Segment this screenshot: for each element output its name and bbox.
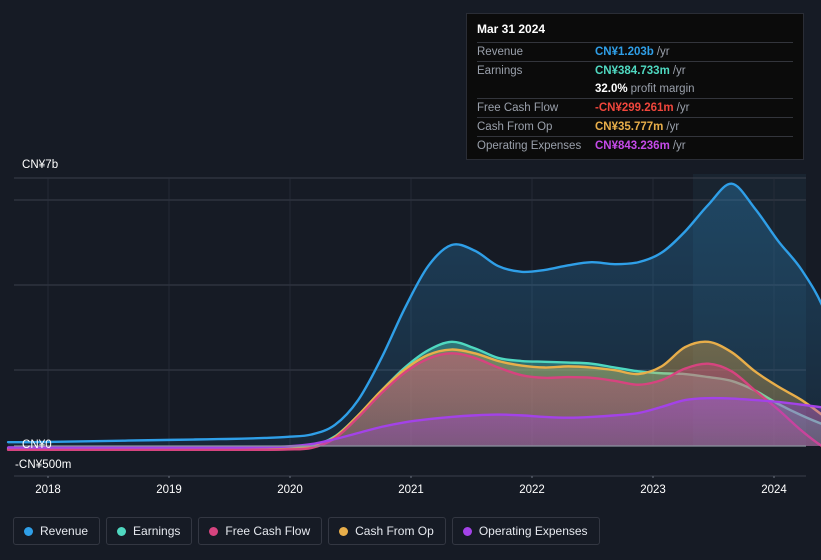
tooltip-row-label: Cash From Op [477, 121, 553, 133]
x-axis-label-2023: 2023 [640, 484, 666, 496]
legend-item-label: Earnings [133, 524, 181, 538]
tooltip-row: Earnings CN¥384.733m/yr [477, 61, 793, 80]
tooltip-row-unit: /yr [672, 140, 686, 152]
legend-item-label: Operating Expenses [478, 524, 588, 538]
tooltip-row-value: 32.0% [595, 83, 628, 95]
y-axis-label-top: CN¥7b [22, 159, 59, 171]
tooltip-row-value: CN¥35.777m [595, 121, 664, 133]
tooltip-row-label: Earnings [477, 65, 523, 77]
tooltip-row-unit: /yr [666, 121, 680, 133]
legend-item-operating-expenses[interactable]: Operating Expenses [451, 517, 600, 545]
tooltip-row-unit: /yr [672, 65, 686, 77]
legend-item-free-cash-flow[interactable]: Free Cash Flow [198, 517, 323, 545]
tooltip-row: Operating Expenses CN¥843.236m/yr [477, 136, 793, 155]
legend-item-label: Cash From Op [355, 524, 434, 538]
tooltip-row-value: CN¥1.203b [595, 46, 654, 58]
tooltip-date: Mar 31 2024 [477, 22, 546, 36]
x-axis-label-2024: 2024 [761, 484, 787, 496]
tooltip-row-unit: /yr [676, 102, 690, 114]
legend-color-dot [24, 526, 33, 536]
y-axis-label-zero: CN¥0 [22, 439, 52, 451]
legend-item-cash-from-op[interactable]: Cash From Op [328, 517, 446, 545]
x-axis-label-2020: 2020 [277, 484, 303, 496]
financial-area-chart: CN¥7b CN¥0 -CN¥500m 2018 2019 2020 2021 2022… [0, 0, 821, 560]
tooltip-row-value: CN¥843.236m [595, 140, 670, 152]
legend-item-earnings[interactable]: Earnings [106, 517, 193, 545]
x-axis-label-2022: 2022 [519, 484, 545, 496]
legend-item-revenue[interactable]: Revenue [13, 517, 101, 545]
tooltip-row-label: Operating Expenses [477, 140, 582, 152]
tooltip-row: Free Cash Flow -CN¥299.261m/yr [477, 98, 793, 117]
tooltip-row-label: Revenue [477, 46, 524, 58]
legend-color-dot [117, 526, 127, 536]
tooltip-row-unit: profit margin [630, 83, 695, 95]
tooltip-row-label: Free Cash Flow [477, 102, 559, 114]
x-axis-label-2019: 2019 [156, 484, 182, 496]
tooltip-row: Revenue CN¥1.203b/yr [477, 42, 793, 61]
tooltip-row: 32.0% profit margin [477, 80, 793, 98]
legend-color-dot [462, 526, 472, 536]
tooltip-row-value: -CN¥299.261m [595, 102, 674, 114]
x-axis-label-2018: 2018 [35, 484, 61, 496]
chart-legend[interactable]: Revenue Earnings Free Cash Flow Cash From O… [13, 517, 600, 545]
tooltip-row-unit: /yr [656, 46, 670, 58]
legend-item-label: Free Cash Flow [225, 524, 311, 538]
y-axis-label-negative: -CN¥500m [15, 459, 72, 471]
x-axis-label-2021: 2021 [398, 484, 424, 496]
tooltip-rows: Revenue CN¥1.203b/yr Earnings CN¥384.733m/y… [477, 42, 793, 155]
legend-color-dot [339, 526, 349, 536]
tooltip-row: Cash From Op CN¥35.777m/yr [477, 117, 793, 136]
tooltip-row-value: CN¥384.733m [595, 65, 670, 77]
legend-item-label: Revenue [40, 524, 89, 538]
chart-tooltip: Mar 31 2024 Revenue CN¥1.203b/yr Earnings C… [466, 13, 804, 160]
legend-color-dot [209, 526, 219, 536]
